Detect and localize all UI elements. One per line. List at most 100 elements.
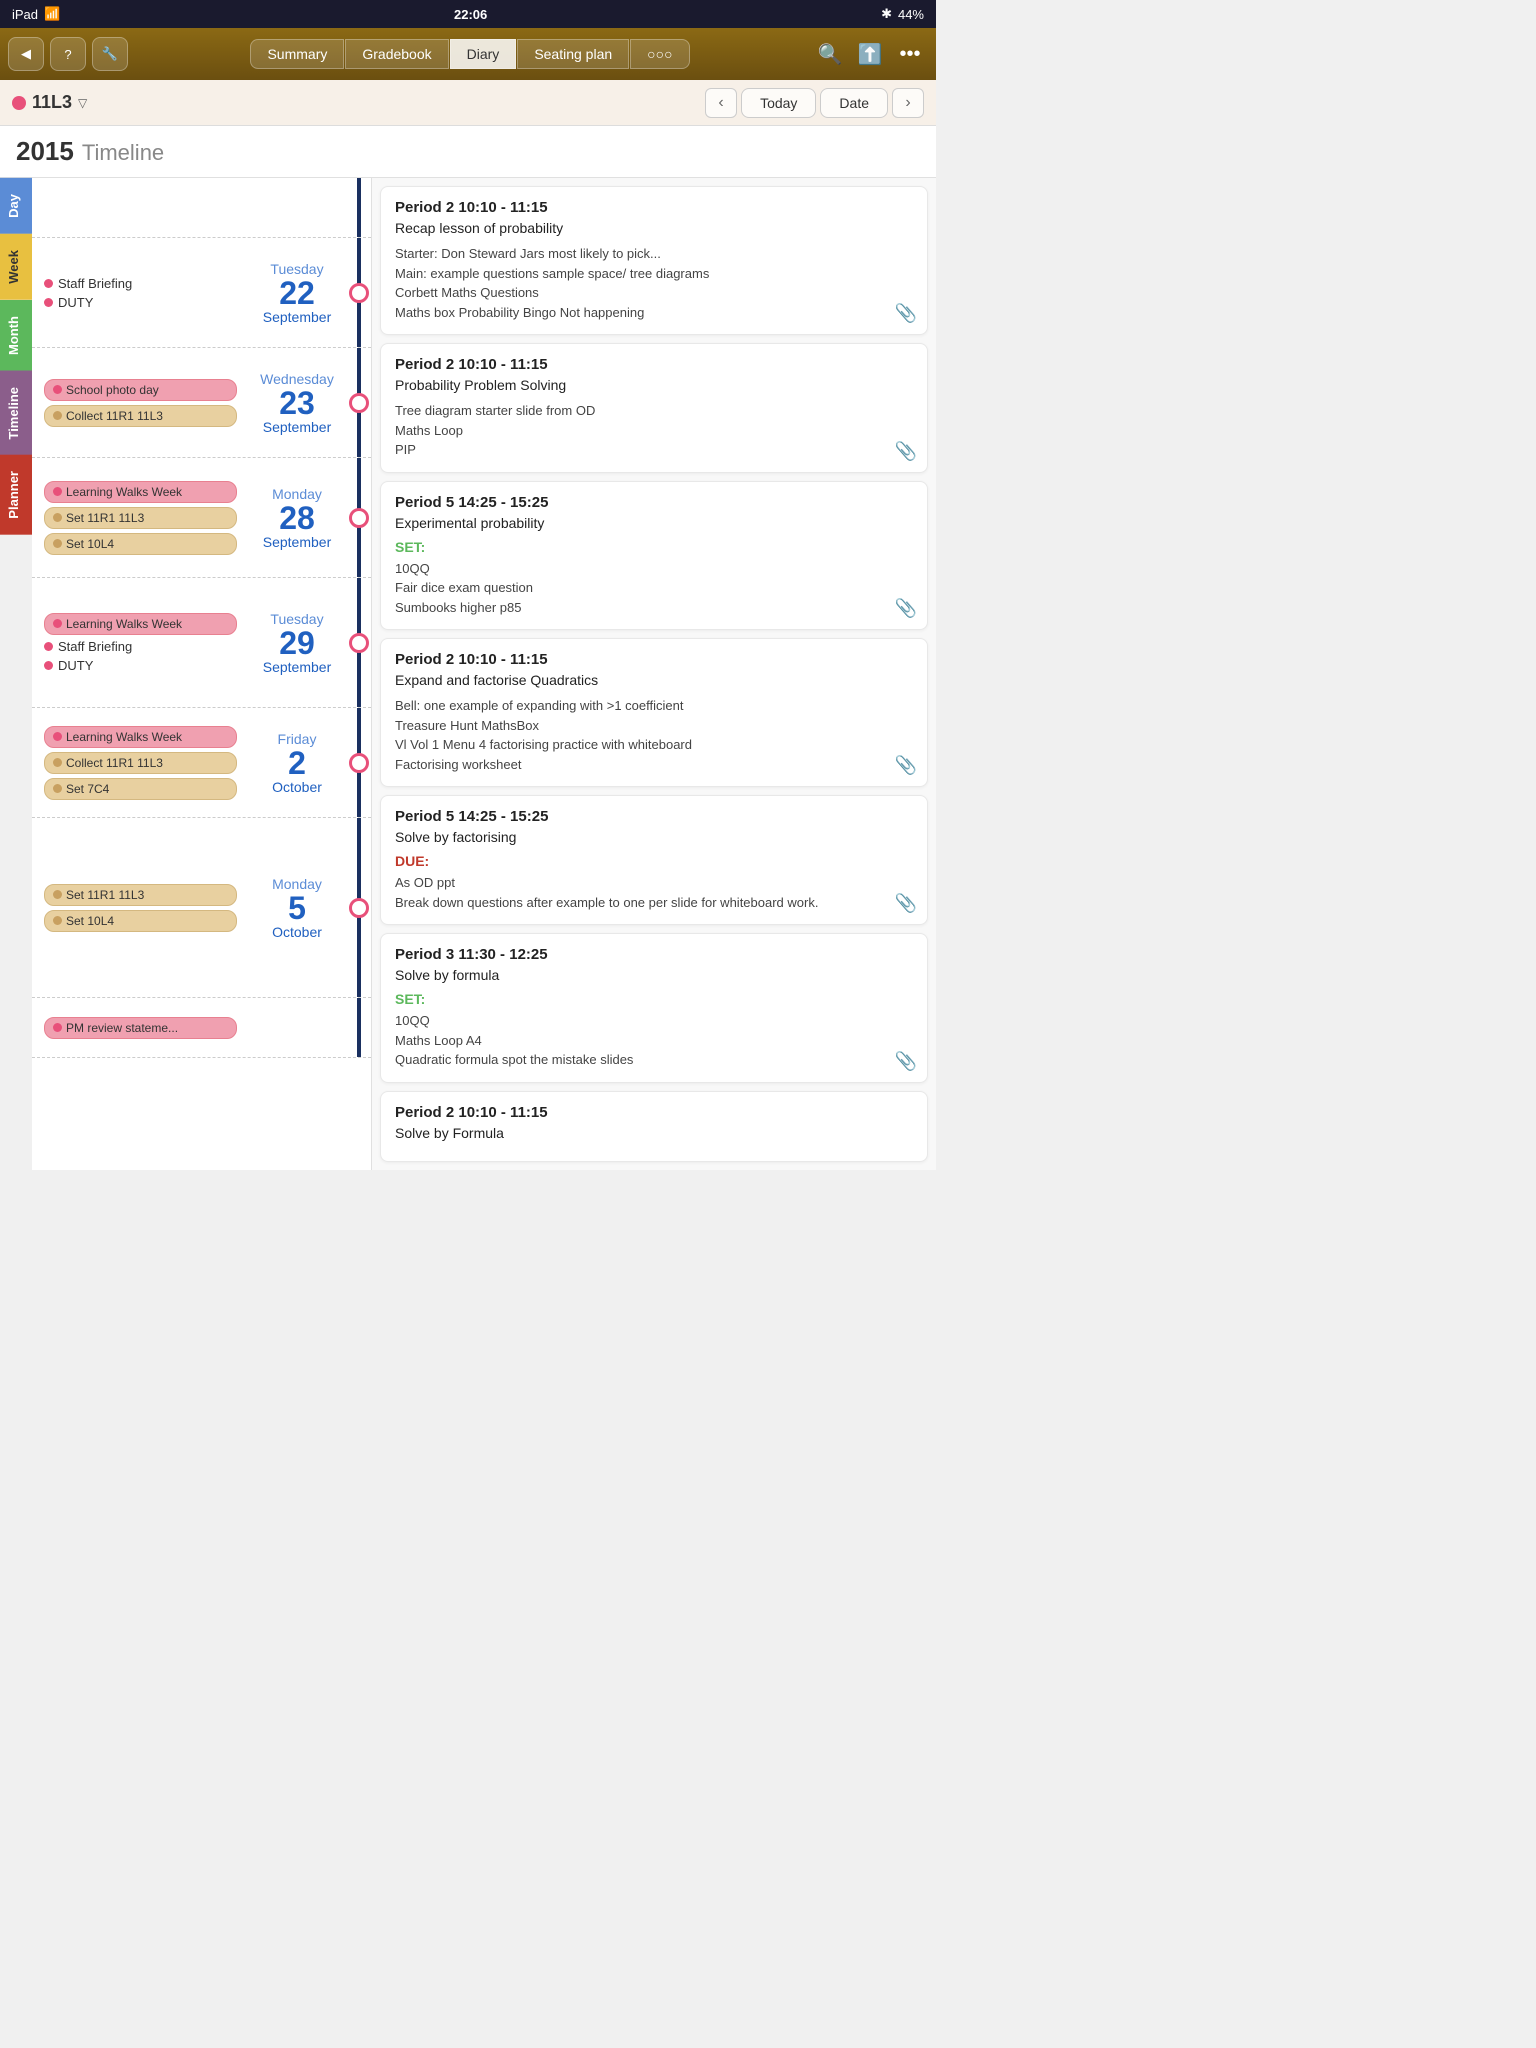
entry-due-label: DUE: <box>395 853 913 869</box>
timeline-node-bottom <box>347 998 371 1057</box>
month-tue22: September <box>263 309 331 325</box>
entry-card-exp-prob[interactable]: Period 5 14:25 - 15:25 Experimental prob… <box>380 481 928 631</box>
class-dropdown-arrow[interactable]: ▽ <box>78 96 87 110</box>
entry-card-prob-solve[interactable]: Period 2 10:10 - 11:15 Probability Probl… <box>380 343 928 473</box>
entry-card-quadratics[interactable]: Period 2 10:10 - 11:15 Expand and factor… <box>380 638 928 787</box>
tab-diary[interactable]: Diary <box>450 39 517 69</box>
day-num-fri2: 2 <box>288 747 306 779</box>
status-right: ✱ 44% <box>881 6 924 22</box>
entry-header-factorising: Period 5 14:25 - 15:25 <box>395 808 913 825</box>
event-lww-tue29: Learning Walks Week <box>44 613 237 635</box>
dot-pm-review <box>53 1023 62 1032</box>
attachment-icon-factorising: 📎 <box>895 893 917 914</box>
dot-photo-day <box>53 385 62 394</box>
event-duty-tue29: DUTY <box>44 658 237 673</box>
date-mon28: Monday 28 September <box>247 458 347 577</box>
dot-collect-fri2 <box>53 758 62 767</box>
share-button[interactable]: ⬆️ <box>852 37 888 71</box>
tab-summary[interactable]: Summary <box>250 39 344 69</box>
entry-title-recap: Recap lesson of probability <box>395 220 913 236</box>
date-section-mon28: Learning Walks Week Set 11R1 11L3 Set 10… <box>32 458 371 578</box>
tab-seating-plan[interactable]: Seating plan <box>517 39 629 69</box>
year-label: 2015 <box>16 136 74 167</box>
timeline-content: Staff Briefing DUTY Tuesday 22 September <box>32 178 936 1170</box>
tab-more[interactable]: ○○○ <box>630 39 689 69</box>
timeline-node-fri2 <box>347 708 371 817</box>
sidebar-tabs: Day Week Month Timeline Planner <box>0 178 32 1170</box>
battery-label: 44% <box>898 7 924 22</box>
entry-body-quadratics: Bell: one example of expanding with >1 c… <box>395 696 913 774</box>
entry-body-prob-solve: Tree diagram starter slide from ODMaths … <box>395 401 913 460</box>
timeline-node-mon28 <box>347 458 371 577</box>
duty-label-tue29: DUTY <box>58 658 93 673</box>
sidebar-tab-planner[interactable]: Planner <box>0 455 32 535</box>
event-duty-tue22: DUTY <box>44 295 237 310</box>
entry-header-exp-prob: Period 5 14:25 - 15:25 <box>395 494 913 511</box>
year-header: 2015 Timeline <box>0 126 936 178</box>
tl-circle-mon28 <box>349 508 369 528</box>
entry-header-recap: Period 2 10:10 - 11:15 <box>395 199 913 216</box>
entry-title-exp-prob: Experimental probability <box>395 515 913 531</box>
date-section-wed23: School photo day Collect 11R1 11L3 Wedne… <box>32 348 371 458</box>
help-button[interactable]: ? <box>50 37 86 71</box>
month-mon28: September <box>263 534 331 550</box>
entry-title-formula-p3: Solve by formula <box>395 967 913 983</box>
right-panel: Period 2 10:10 - 11:15 Recap lesson of p… <box>372 178 936 1170</box>
event-lww-fri2: Learning Walks Week <box>44 726 237 748</box>
entry-body-exp-prob: 10QQFair dice exam questionSumbooks high… <box>395 559 913 618</box>
event-tags-wed23: School photo day Collect 11R1 11L3 <box>32 348 247 457</box>
month-tue29: September <box>263 659 331 675</box>
entry-card-factorising[interactable]: Period 5 14:25 - 15:25 Solve by factoris… <box>380 795 928 925</box>
entry-body-recap: Starter: Don Steward Jars most likely to… <box>395 244 913 322</box>
day-num-wed23: 23 <box>279 387 315 419</box>
event-collect-11r1-wed23: Collect 11R1 11L3 <box>44 405 237 427</box>
entry-header-quadratics: Period 2 10:10 - 11:15 <box>395 651 913 668</box>
day-num-mon28: 28 <box>279 502 315 534</box>
event-tags-tue22: Staff Briefing DUTY <box>32 238 247 347</box>
dot-staff-briefing <box>44 279 53 288</box>
status-time: 22:06 <box>454 7 487 22</box>
dot-duty-tue29 <box>44 661 53 670</box>
nav-actions: 🔍 ⬆️ ••• <box>812 37 928 71</box>
view-label: Timeline <box>82 140 164 166</box>
dot-lww-fri2 <box>53 732 62 741</box>
sb-label-tue29: Staff Briefing <box>58 639 132 654</box>
date-button[interactable]: Date <box>820 88 888 118</box>
sidebar-tab-day[interactable]: Day <box>0 178 32 234</box>
attachment-icon-formula-p3: 📎 <box>895 1051 917 1072</box>
date-tue22: Tuesday 22 September <box>247 238 347 347</box>
search-button[interactable]: 🔍 <box>812 37 848 71</box>
attachment-icon-exp-prob: 📎 <box>895 598 917 619</box>
attachment-icon-prob-solve: 📎 <box>895 441 917 462</box>
more-options-button[interactable]: ••• <box>892 37 928 71</box>
entry-title-prob-solve: Probability Problem Solving <box>395 377 913 393</box>
back-button[interactable]: ◀ <box>8 37 44 71</box>
sidebar-tab-month[interactable]: Month <box>0 300 32 371</box>
tl-circle-wed23 <box>349 393 369 413</box>
date-section-tue22: Staff Briefing DUTY Tuesday 22 September <box>32 238 371 348</box>
dot-sb-tue29 <box>44 642 53 651</box>
dot-set10l4-mon5 <box>53 916 62 925</box>
entry-body-formula-p3: 10QQMaths Loop A4Quadratic formula spot … <box>395 1011 913 1070</box>
staff-briefing-label: Staff Briefing <box>58 276 132 291</box>
timeline-node-tue29 <box>347 578 371 707</box>
timeline-node-tue22 <box>347 238 371 347</box>
tab-gradebook[interactable]: Gradebook <box>345 39 448 69</box>
prev-button[interactable]: ‹ <box>705 88 737 118</box>
day-num-tue22: 22 <box>279 277 315 309</box>
event-collect-fri2: Collect 11R1 11L3 <box>44 752 237 774</box>
month-fri2: October <box>272 779 322 795</box>
entry-header-formula-p3: Period 3 11:30 - 12:25 <box>395 946 913 963</box>
sidebar-tab-week[interactable]: Week <box>0 234 32 300</box>
sidebar-tab-timeline[interactable]: Timeline <box>0 371 32 456</box>
entry-card-formula-p3[interactable]: Period 3 11:30 - 12:25 Solve by formula … <box>380 933 928 1083</box>
today-button[interactable]: Today <box>741 88 816 118</box>
dot-collect-wed23 <box>53 411 62 420</box>
next-button[interactable]: › <box>892 88 924 118</box>
entry-card-formula-p2[interactable]: Period 2 10:10 - 11:15 Solve by Formula <box>380 1091 928 1162</box>
tl-circle-mon5 <box>349 898 369 918</box>
status-left: iPad 📶 <box>12 6 60 22</box>
entry-card-recap-prob[interactable]: Period 2 10:10 - 11:15 Recap lesson of p… <box>380 186 928 335</box>
date-section-top <box>32 178 371 238</box>
settings-button[interactable]: 🔧 <box>92 37 128 71</box>
